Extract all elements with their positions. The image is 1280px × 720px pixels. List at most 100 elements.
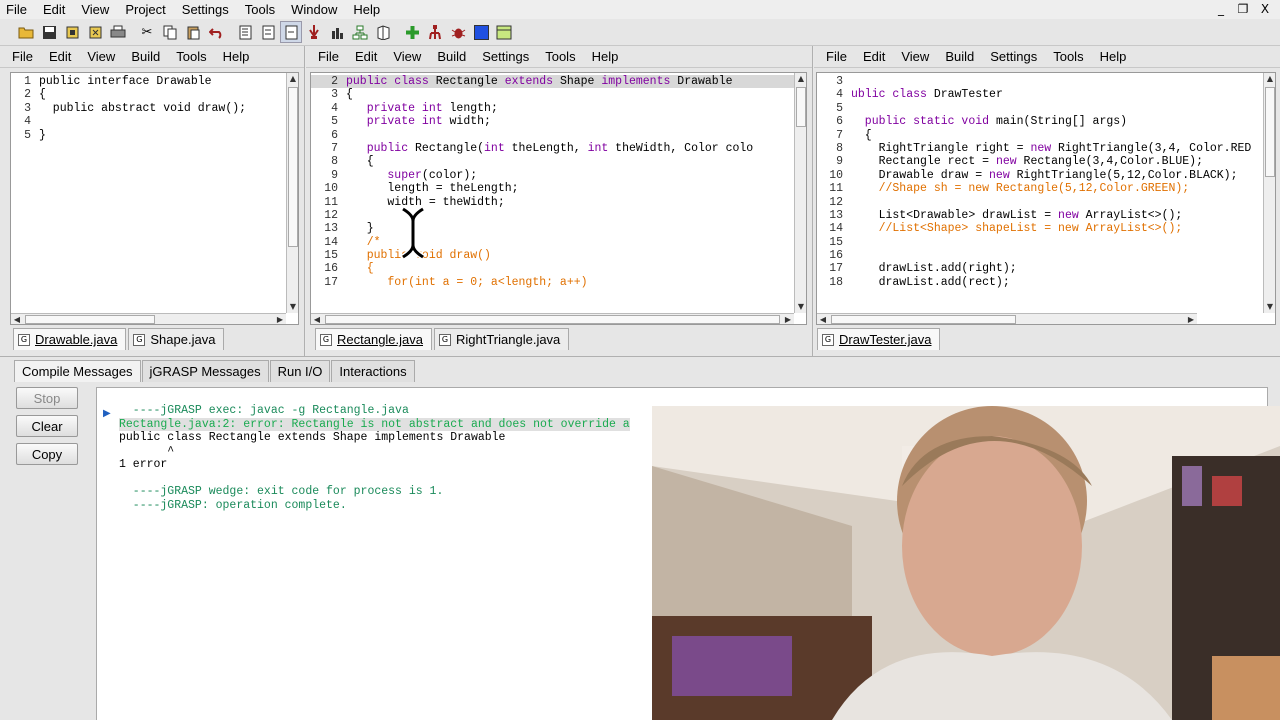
scroll-thumb[interactable] (1265, 87, 1275, 177)
pane-menu-settings[interactable]: Settings (990, 49, 1037, 64)
scroll-down-arrow-icon[interactable]: ▼ (1264, 301, 1275, 313)
clear-button[interactable]: Clear (16, 415, 78, 437)
code-line[interactable]: 7 { (817, 129, 1275, 142)
stop-button[interactable]: Stop (16, 387, 78, 409)
pane-menu-file[interactable]: File (12, 49, 33, 64)
run-icon[interactable] (470, 21, 492, 43)
code-editor[interactable]: 2 public class Rectangle extends Shape im… (310, 72, 807, 325)
code-line[interactable]: 12 (311, 209, 806, 222)
scroll-thumb[interactable] (288, 87, 298, 247)
code-line[interactable]: 4 (11, 115, 298, 128)
minimize-button[interactable]: _ (1210, 1, 1232, 18)
code-line[interactable]: 5} (11, 129, 298, 142)
tab-interactions[interactable]: Interactions (331, 360, 415, 382)
code-line[interactable]: 14 //List<Shape> shapeList = new ArrayLi… (817, 222, 1275, 235)
code-line[interactable]: 16 (817, 249, 1275, 262)
pane-menu-edit[interactable]: Edit (863, 49, 885, 64)
copy-button[interactable]: Copy (16, 443, 78, 465)
save-icon[interactable] (38, 21, 60, 43)
code-line[interactable]: 14 /* (311, 236, 806, 249)
horizontal-scrollbar[interactable]: ◀ ▶ (311, 313, 794, 324)
code-editor[interactable]: 3 4 ublic class DrawTester 5 6 public static… (816, 72, 1276, 325)
code-line[interactable]: 4 ublic class DrawTester (817, 88, 1275, 101)
menu-help[interactable]: Help (353, 2, 380, 17)
code-line[interactable]: 5 private int width; (311, 115, 806, 128)
pane-menu-build[interactable]: Build (437, 49, 466, 64)
tab-righttriangle-java[interactable]: G RightTriangle.java (434, 328, 570, 350)
code-line[interactable]: 9 Rectangle rect = new Rectangle(3,4,Col… (817, 155, 1275, 168)
close-window-button[interactable]: X (1254, 1, 1276, 18)
menu-file[interactable]: File (6, 2, 27, 17)
hscroll-thumb[interactable] (25, 315, 155, 324)
code-line[interactable]: 2 public class Rectangle extends Shape im… (311, 75, 806, 89)
code-line[interactable]: 8 { (311, 155, 806, 168)
pane-menu-file[interactable]: File (826, 49, 847, 64)
scroll-up-arrow-icon[interactable]: ▲ (1264, 73, 1275, 85)
pane-menu-settings[interactable]: Settings (482, 49, 529, 64)
scroll-up-arrow-icon[interactable]: ▲ (287, 73, 298, 85)
close-file-icon[interactable] (84, 21, 106, 43)
code-line[interactable]: 17 for(int a = 0; a<length; a++) (311, 276, 806, 289)
cut-icon[interactable]: ✂ (136, 21, 158, 43)
scroll-down-arrow-icon[interactable]: ▼ (795, 301, 806, 313)
window-icon[interactable] (493, 21, 515, 43)
horizontal-scrollbar[interactable]: ◀ ▶ (11, 313, 286, 324)
hscroll-thumb[interactable] (831, 315, 1016, 324)
code-line[interactable]: 1 public interface Drawable (11, 75, 298, 88)
bug-icon[interactable] (447, 21, 469, 43)
code-line[interactable]: 18 drawList.add(rect); (817, 276, 1275, 289)
code-line[interactable]: 3{ (311, 88, 806, 101)
tab-shape-java[interactable]: G Shape.java (128, 328, 225, 350)
debug-icon[interactable] (424, 21, 446, 43)
hscroll-thumb[interactable] (325, 315, 780, 324)
generate-csd-icon[interactable] (234, 21, 256, 43)
tab-rectangle-java[interactable]: G Rectangle.java (315, 328, 432, 350)
code-line[interactable]: 17 drawList.add(right); (817, 262, 1275, 275)
jar-icon[interactable] (372, 21, 394, 43)
pane-menu-view[interactable]: View (393, 49, 421, 64)
pane-menu-tools[interactable]: Tools (176, 49, 206, 64)
error-marker-icon[interactable]: ▶ (103, 408, 111, 419)
pane-menu-view[interactable]: View (901, 49, 929, 64)
pane-menu-help[interactable]: Help (592, 49, 619, 64)
vertical-scrollbar[interactable]: ▲ ▼ (794, 73, 806, 313)
open-file-icon[interactable] (61, 21, 83, 43)
pane-menu-build[interactable]: Build (131, 49, 160, 64)
menu-window[interactable]: Window (291, 2, 337, 17)
menu-view[interactable]: View (81, 2, 109, 17)
code-line[interactable]: 5 (817, 102, 1275, 115)
pane-menu-build[interactable]: Build (945, 49, 974, 64)
menu-tools[interactable]: Tools (245, 2, 275, 17)
code-line[interactable]: 15 public void draw() (311, 249, 806, 262)
compile-icon[interactable] (326, 21, 348, 43)
code-line[interactable]: 3 (817, 75, 1275, 88)
scroll-up-arrow-icon[interactable]: ▲ (795, 73, 806, 85)
pane-menu-help[interactable]: Help (1100, 49, 1127, 64)
tab-compile-messages[interactable]: Compile Messages (14, 360, 141, 382)
code-line[interactable]: 10 Drawable draw = new RightTriangle(5,1… (817, 169, 1275, 182)
tab-drawable-java[interactable]: G Drawable.java (13, 328, 127, 350)
code-line[interactable]: 9 super (color); (311, 169, 806, 182)
scroll-down-arrow-icon[interactable]: ▼ (287, 301, 298, 313)
pane-menu-file[interactable]: File (318, 49, 339, 64)
menu-settings[interactable]: Settings (182, 2, 229, 17)
tab-drawtester-java[interactable]: G DrawTester.java (817, 328, 941, 350)
pane-menu-view[interactable]: View (87, 49, 115, 64)
code-line[interactable]: 15 (817, 236, 1275, 249)
code-line[interactable]: 13 List<Drawable> drawList = new ArrayLi… (817, 209, 1275, 222)
pane-menu-tools[interactable]: Tools (545, 49, 575, 64)
code-line[interactable]: 10 length = theLength; (311, 182, 806, 195)
code-editor[interactable]: 1 public interface Drawable 2{3 public abs… (10, 72, 299, 325)
scroll-thumb[interactable] (796, 87, 806, 127)
uml-icon[interactable] (349, 21, 371, 43)
scroll-left-arrow-icon[interactable]: ◀ (817, 314, 829, 324)
fold-icon[interactable] (280, 21, 302, 43)
vertical-scrollbar[interactable]: ▲ ▼ (1263, 73, 1275, 313)
browse-icon[interactable] (303, 21, 325, 43)
code-line[interactable]: 4 private int length; (311, 102, 806, 115)
code-line[interactable]: 6 (311, 129, 806, 142)
scroll-left-arrow-icon[interactable]: ◀ (11, 314, 23, 324)
pane-menu-tools[interactable]: Tools (1053, 49, 1083, 64)
tab-jgrasp-messages[interactable]: jGRASP Messages (141, 360, 269, 382)
code-line[interactable]: 3 public abstract void draw(); (11, 102, 298, 115)
